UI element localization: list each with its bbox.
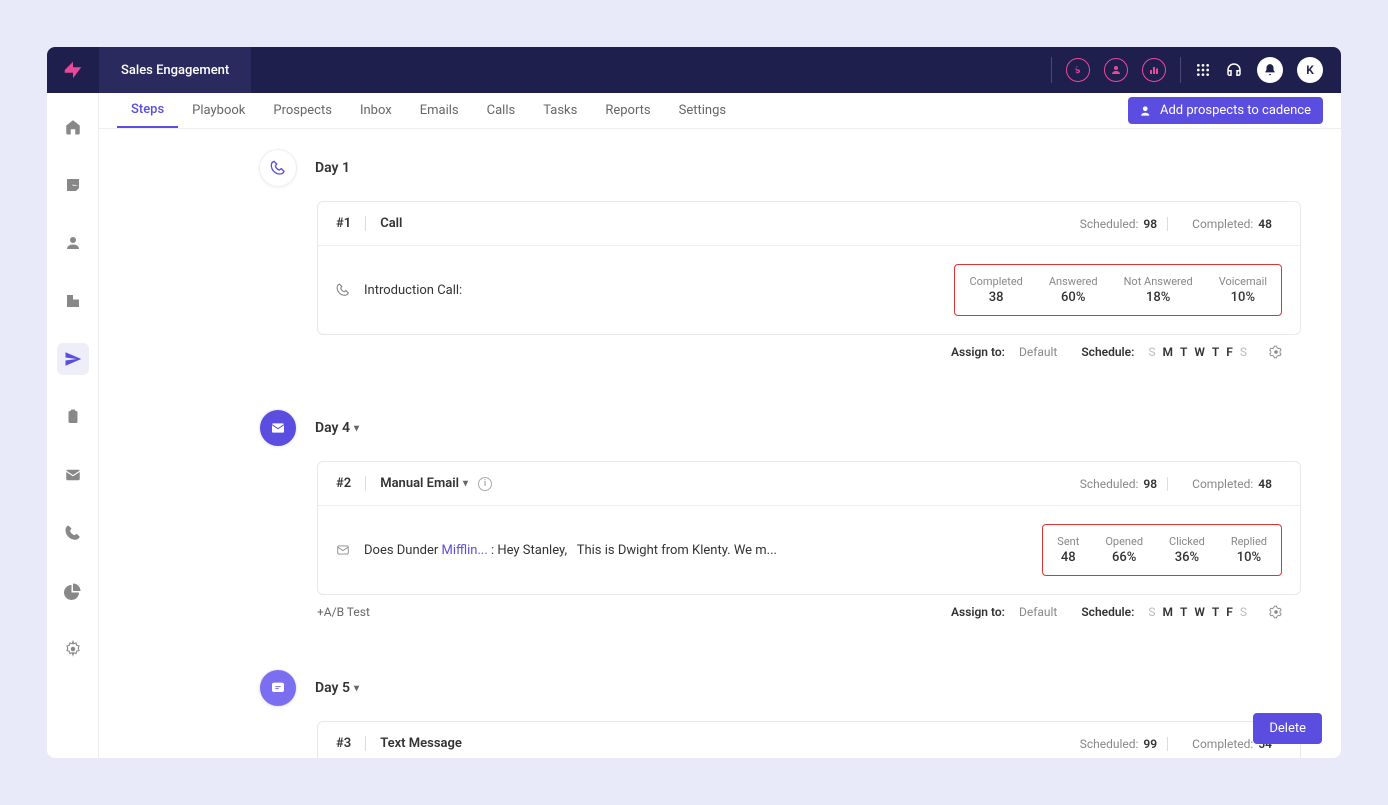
tab-prospects[interactable]: Prospects xyxy=(259,93,346,128)
step-type[interactable]: Manual Email ▾i xyxy=(380,476,492,491)
tab-tasks[interactable]: Tasks xyxy=(529,93,591,128)
notifications-icon[interactable] xyxy=(1257,57,1283,83)
logo[interactable] xyxy=(47,59,99,81)
topbar: Sales Engagement K xyxy=(47,47,1341,93)
sidebar-building-icon[interactable] xyxy=(57,285,89,317)
day-label[interactable]: Day 4 ▾ xyxy=(315,420,359,436)
card-header: #2 Manual Email ▾i Scheduled: 98 Complet… xyxy=(318,462,1300,506)
gear-icon[interactable] xyxy=(1269,345,1283,359)
card-footer: +A/B Test Assign to: Default Schedule: S… xyxy=(259,595,1301,619)
scheduled-stat: Scheduled: 98 xyxy=(1070,217,1168,231)
product-name: Sales Engagement xyxy=(99,47,251,93)
stat-answered: Answered60% xyxy=(1049,275,1098,305)
add-prospects-label: Add prospects to cadence xyxy=(1160,103,1311,118)
card-footer: Assign to: Default Schedule: S M T W T F… xyxy=(259,335,1301,359)
scheduled-stat: Scheduled: 99 xyxy=(1070,737,1168,751)
sidebar-clipboard-icon[interactable] xyxy=(57,401,89,433)
scheduled-stat: Scheduled: 98 xyxy=(1070,477,1168,491)
assign-label: Assign to: xyxy=(951,345,1005,359)
tab-playbook[interactable]: Playbook xyxy=(178,93,259,128)
completed-stat: Completed: 48 xyxy=(1182,217,1282,231)
ab-test-link[interactable]: +A/B Test xyxy=(317,605,370,619)
headset-icon[interactable] xyxy=(1225,61,1243,79)
tabs: Steps Playbook Prospects Inbox Emails Ca… xyxy=(99,93,1341,129)
user-circle-icon[interactable] xyxy=(1104,58,1128,82)
step-block-2: Day 4 ▾ #2 Manual Email ▾i Scheduled: 98… xyxy=(259,409,1301,619)
completed-stat: Completed: 48 xyxy=(1182,477,1282,491)
stat-completed: Completed38 xyxy=(969,275,1022,305)
step-content-text: Introduction Call: xyxy=(364,283,940,298)
card-header: #1 Call Scheduled: 98 Completed: 48 xyxy=(318,202,1300,246)
step-card: #3 Text Message Scheduled: 99 Completed:… xyxy=(317,721,1301,758)
user-avatar[interactable]: K xyxy=(1297,57,1323,83)
assign-value: Default xyxy=(1019,605,1057,619)
card-header: #3 Text Message Scheduled: 99 Completed:… xyxy=(318,722,1300,758)
assign-label: Assign to: xyxy=(951,605,1005,619)
delete-button[interactable]: Delete xyxy=(1253,713,1322,744)
app-window: Sales Engagement K xyxy=(47,47,1341,758)
step-number: #2 xyxy=(336,476,366,491)
step-type: Text Message xyxy=(380,736,462,751)
stat-sent: Sent48 xyxy=(1057,535,1079,565)
sidebar-pie-icon[interactable] xyxy=(57,575,89,607)
tab-emails[interactable]: Emails xyxy=(406,93,473,128)
tab-calls[interactable]: Calls xyxy=(473,93,530,128)
chart-circle-icon[interactable] xyxy=(1142,58,1166,82)
day-label[interactable]: Day 5 ▾ xyxy=(315,680,359,696)
topbar-actions: K xyxy=(1051,57,1341,83)
add-user-icon xyxy=(1140,104,1154,118)
card-body[interactable]: Does Dunder Mifflin... : Hey Stanley, Th… xyxy=(318,506,1300,594)
tab-inbox[interactable]: Inbox xyxy=(346,93,406,128)
phone-icon xyxy=(259,149,297,187)
stat-clicked: Clicked36% xyxy=(1169,535,1205,565)
step-number: #3 xyxy=(336,736,366,751)
stat-opened: Opened66% xyxy=(1105,535,1143,565)
sidebar-phone-icon[interactable] xyxy=(57,517,89,549)
tab-settings[interactable]: Settings xyxy=(665,93,740,128)
schedule-label: Schedule: xyxy=(1081,605,1134,619)
step-number: #1 xyxy=(336,216,366,231)
sidebar-person-icon[interactable] xyxy=(57,227,89,259)
sidebar xyxy=(47,93,99,758)
stats-box: Completed38 Answered60% Not Answered18% Voi… xyxy=(954,264,1282,316)
sidebar-inbox-icon[interactable] xyxy=(57,169,89,201)
schedule-days: S M T W T F S xyxy=(1148,345,1249,359)
stats-box: Sent48 Opened66% Clicked36% Replied10% xyxy=(1042,524,1282,576)
email-icon xyxy=(259,409,297,447)
stat-not-answered: Not Answered18% xyxy=(1124,275,1193,305)
schedule-days: S M T W T F S xyxy=(1148,605,1249,619)
email-small-icon xyxy=(336,543,350,557)
assign-value: Default xyxy=(1019,345,1057,359)
info-icon[interactable]: i xyxy=(478,477,492,491)
phone-small-icon xyxy=(336,283,350,297)
content-area: Day 1 #1 Call Scheduled: 98 Completed: 4… xyxy=(99,129,1341,758)
sidebar-settings-icon[interactable] xyxy=(57,633,89,665)
stat-voicemail: Voicemail10% xyxy=(1219,275,1267,305)
step-content-text: Does Dunder Mifflin... : Hey Stanley, Th… xyxy=(364,543,1028,558)
tab-reports[interactable]: Reports xyxy=(591,93,664,128)
tab-steps[interactable]: Steps xyxy=(117,93,178,128)
text-icon xyxy=(259,669,297,707)
add-prospects-button[interactable]: Add prospects to cadence xyxy=(1128,97,1323,124)
day-label: Day 1 xyxy=(315,160,350,176)
dialpad-icon[interactable] xyxy=(1195,62,1211,78)
step-card: #2 Manual Email ▾i Scheduled: 98 Complet… xyxy=(317,461,1301,595)
step-card: #1 Call Scheduled: 98 Completed: 48 Intr… xyxy=(317,201,1301,335)
sidebar-send-icon[interactable] xyxy=(57,343,89,375)
main: Steps Playbook Prospects Inbox Emails Ca… xyxy=(99,93,1341,758)
step-type: Call xyxy=(380,216,402,231)
stat-replied: Replied10% xyxy=(1231,535,1267,565)
step-block-3: Day 5 ▾ #3 Text Message Scheduled: 99 Co… xyxy=(259,669,1301,758)
step-block-1: Day 1 #1 Call Scheduled: 98 Completed: 4… xyxy=(259,149,1301,359)
schedule-label: Schedule: xyxy=(1081,345,1134,359)
sidebar-home-icon[interactable] xyxy=(57,111,89,143)
gear-icon[interactable] xyxy=(1269,605,1283,619)
card-body[interactable]: Introduction Call: Completed38 Answered60… xyxy=(318,246,1300,334)
dollar-icon[interactable] xyxy=(1066,58,1090,82)
sidebar-mail-icon[interactable] xyxy=(57,459,89,491)
